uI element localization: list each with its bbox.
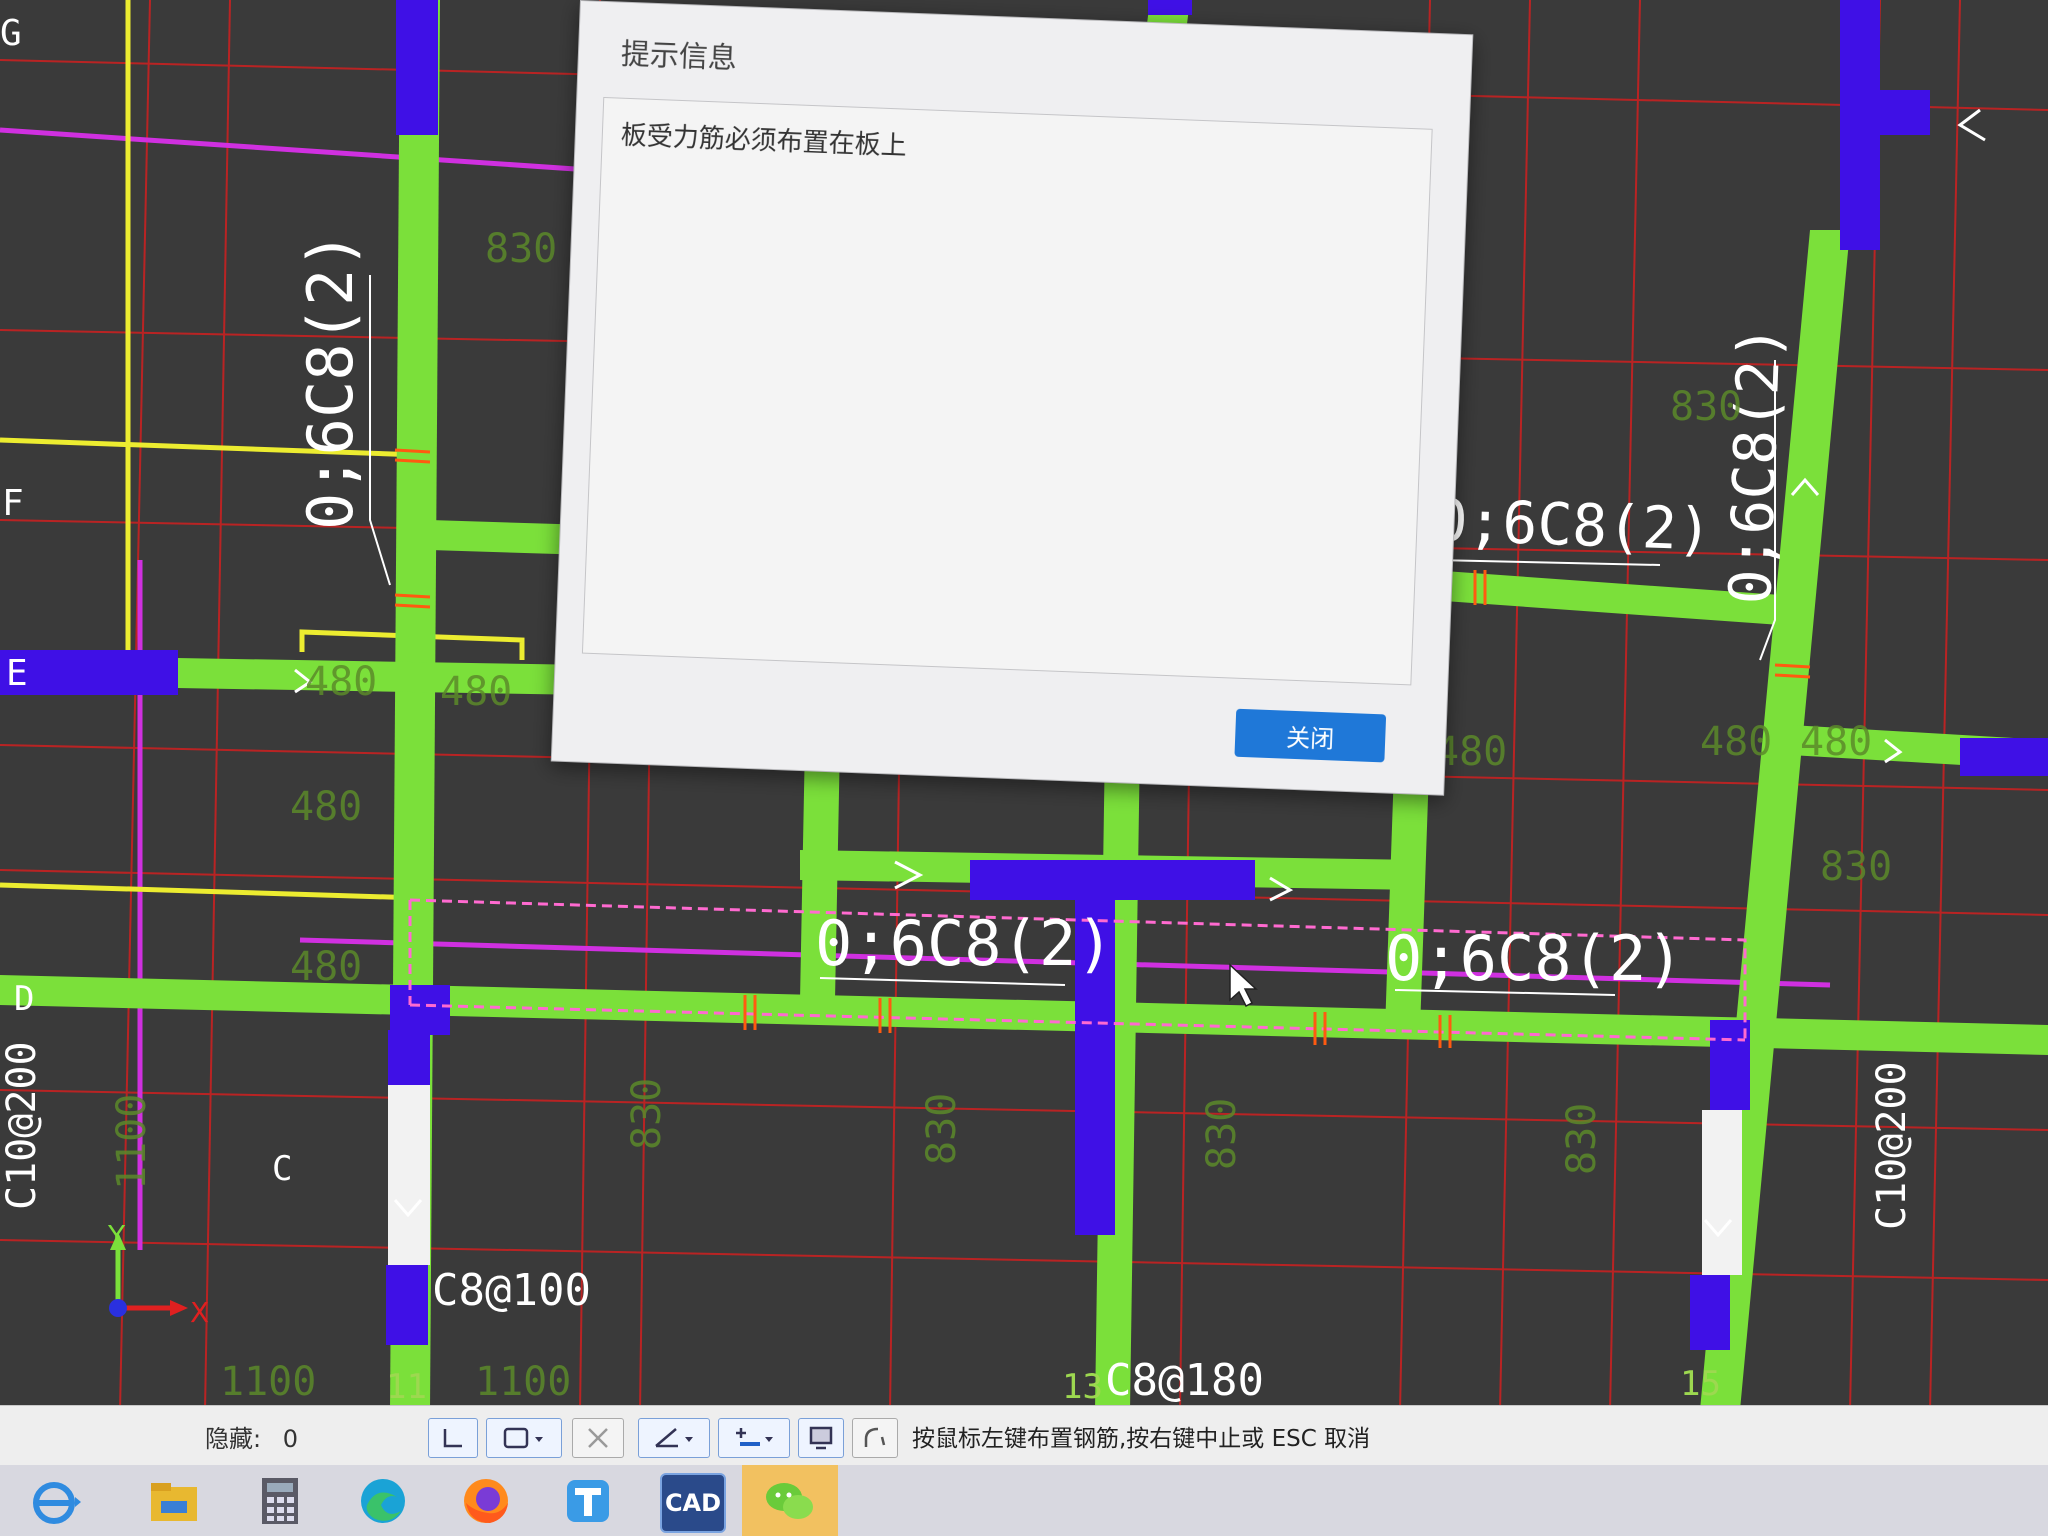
arc-icon[interactable]	[852, 1418, 898, 1458]
display-icon[interactable]	[798, 1418, 844, 1458]
dim-label: 480	[440, 669, 512, 715]
ucs-x-label: X	[190, 1296, 209, 1329]
dim-label: 830	[919, 1093, 965, 1165]
dialog-message-box: 板受力筋必须布置在板上	[581, 96, 1433, 686]
rect-select-icon[interactable]	[486, 1418, 562, 1458]
dim-label: 830	[485, 226, 557, 272]
dim-label: 480	[1800, 719, 1872, 765]
edge-icon[interactable]	[355, 1473, 411, 1529]
axis-label-f: F	[2, 483, 24, 524]
firefox-icon[interactable]	[458, 1473, 514, 1529]
dim-label: 830	[1820, 844, 1892, 890]
column-number: 13	[1062, 1367, 1103, 1407]
dim-label: 1100	[220, 1359, 316, 1405]
column-number: 15	[1680, 1364, 1721, 1404]
rebar-label: C10@200	[0, 1041, 45, 1210]
axis-label-e: E	[6, 653, 28, 694]
ucs-y-label: Y	[107, 1219, 126, 1252]
t-app-icon[interactable]	[560, 1473, 616, 1529]
close-button[interactable]: 关闭	[1234, 708, 1387, 763]
axis-label-c: C	[272, 1149, 292, 1189]
rebar-label: C8@100	[432, 1265, 591, 1316]
command-prompt: 按鼠标左键布置钢筋,按右键中止或 ESC 取消	[912, 1426, 1371, 1452]
dim-label: 480	[290, 784, 362, 830]
cad-icon[interactable]: CAD	[660, 1473, 726, 1533]
ie-icon[interactable]	[28, 1473, 84, 1529]
beam-label: 0;6C8(2)	[1716, 324, 1794, 606]
rebar-label: C8@180	[1105, 1355, 1264, 1406]
cad-icon-label: CAD	[664, 1489, 722, 1517]
dim-label: 830	[624, 1078, 670, 1150]
taskbar: CAD	[0, 1465, 2048, 1536]
explorer-icon[interactable]	[146, 1473, 202, 1529]
ortho-icon[interactable]	[428, 1418, 478, 1458]
dim-label: 1100	[475, 1359, 571, 1405]
axis-label-g: G	[0, 13, 22, 54]
dim-label: 480	[1700, 719, 1772, 765]
hidden-count: 隐藏: 0	[205, 1419, 298, 1454]
hidden-value: 0	[282, 1424, 299, 1453]
beam-label: 0;6C8(2)	[1385, 922, 1684, 995]
angle-snap-icon[interactable]	[638, 1418, 710, 1458]
beam-label: 0;6C8(2)	[294, 231, 367, 530]
beam-label: 0;6C8(2)	[1432, 486, 1714, 564]
dim-label: 480	[305, 659, 377, 705]
dim-label: 1100	[109, 1094, 155, 1190]
axis-label-d: D	[14, 979, 34, 1019]
dialog-message: 板受力筋必须布置在板上	[620, 120, 908, 162]
rebar-label: C10@200	[1869, 1061, 1915, 1230]
beam-label: 0;6C8(2)	[815, 907, 1114, 980]
dim-label: 480	[290, 944, 362, 990]
dimension-icon[interactable]	[718, 1418, 790, 1458]
dim-label: 830	[1670, 384, 1742, 430]
calculator-icon[interactable]	[252, 1473, 308, 1529]
prompt-dialog: 提示信息 × 板受力筋必须布置在板上 关闭	[550, 0, 1474, 796]
status-bar: 隐藏: 0 按鼠标左键布置钢筋,按右键中止或 ESC 取消	[0, 1405, 2048, 1466]
wechat-icon[interactable]	[742, 1465, 838, 1536]
dim-label: 830	[1199, 1098, 1245, 1170]
dim-label: 830	[1559, 1103, 1605, 1175]
cancel-icon[interactable]	[572, 1418, 624, 1458]
dialog-title: 提示信息	[620, 36, 738, 76]
column-number: 11	[386, 1367, 427, 1407]
hidden-label: 隐藏:	[205, 1424, 262, 1453]
